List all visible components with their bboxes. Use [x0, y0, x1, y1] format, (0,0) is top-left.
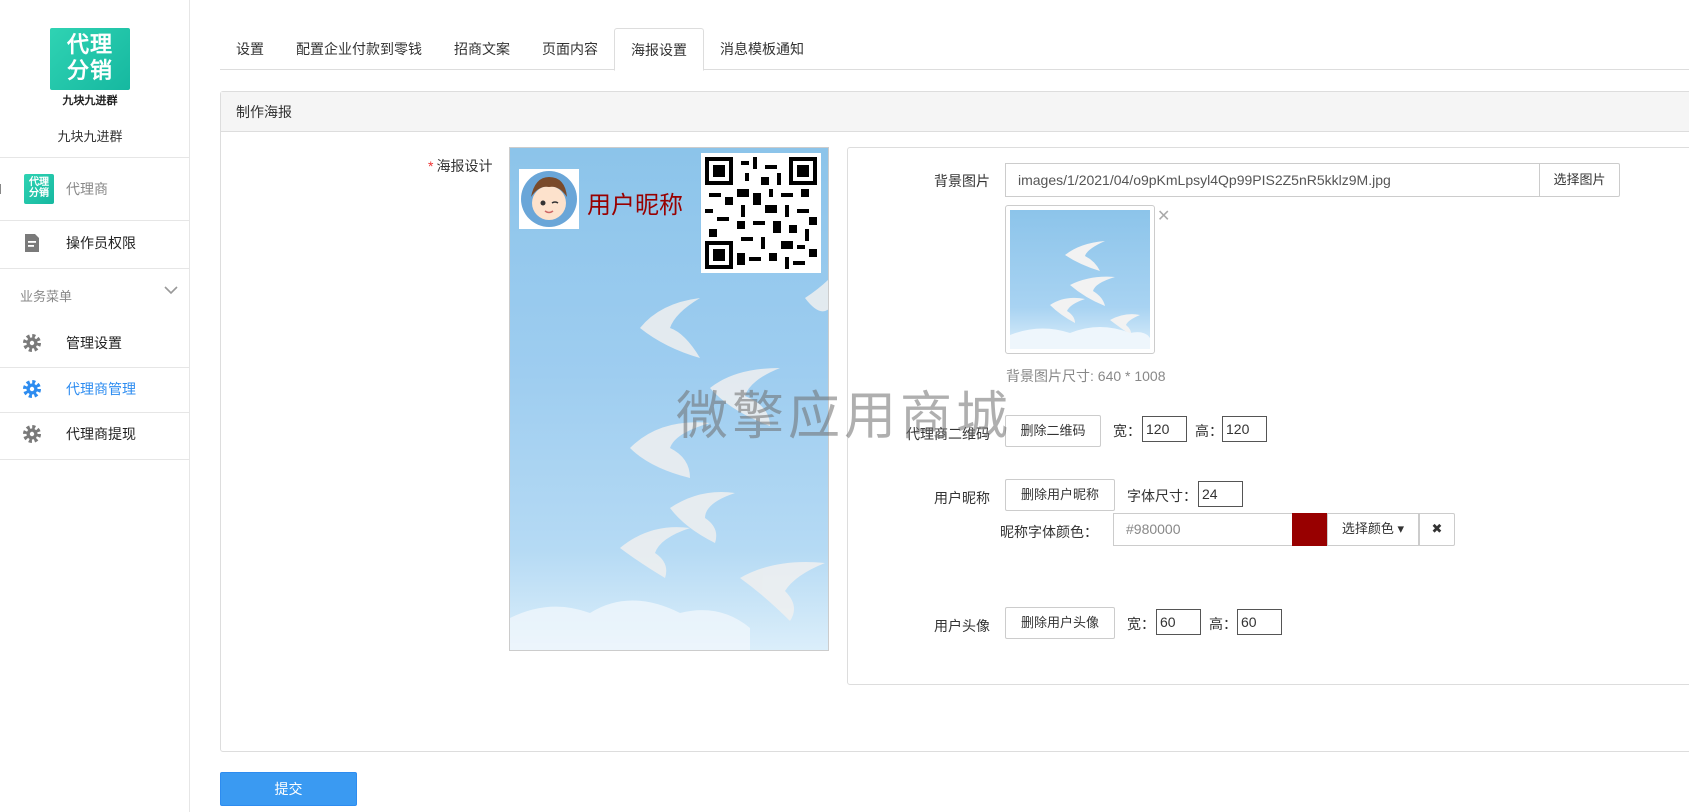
chevron-down-icon[interactable]	[163, 283, 179, 298]
tab-bar: 设置 配置企业付款到零钱 招商文案 页面内容 海报设置 消息模板通知	[220, 28, 1689, 71]
close-icon: ✖	[1431, 521, 1443, 536]
tab-enterprise-payment[interactable]: 配置企业付款到零钱	[280, 28, 438, 70]
select-image-button[interactable]: 选择图片	[1539, 163, 1620, 197]
config-panel	[847, 147, 1689, 685]
shop-name: 九块九进群	[57, 129, 123, 144]
logo-line-2: 分销	[66, 59, 113, 84]
nickname-color-input[interactable]: #980000	[1113, 513, 1293, 546]
logo-line-1: 代理	[66, 33, 113, 58]
tab-settings[interactable]: 设置	[220, 28, 280, 70]
font-size-input[interactable]: 24	[1198, 481, 1243, 507]
select-color-label: 选择颜色	[1341, 521, 1394, 536]
app-mini-logo: 代理 分销	[24, 174, 54, 204]
tab-recruit-copy[interactable]: 招商文案	[438, 28, 526, 70]
avatar-width-input[interactable]: 60	[1156, 609, 1201, 635]
nickname-label: 用户昵称	[934, 490, 990, 506]
sidebar-item-label: 操作员权限	[66, 235, 136, 251]
delete-nickname-button[interactable]: 删除用户昵称	[1005, 479, 1115, 511]
panel-title: 制作海报	[221, 92, 1689, 132]
tab-poster-settings[interactable]: 海报设置	[614, 28, 704, 71]
sidebar-item-label: 代理商管理	[66, 381, 136, 397]
menu-group-title: 业务菜单	[20, 289, 73, 304]
app-row-label: 代理商	[66, 181, 108, 197]
submit-button[interactable]: 提交	[220, 772, 357, 806]
collapse-mark[interactable]	[0, 184, 4, 194]
gear-icon	[21, 332, 43, 354]
poster-preview: 用户昵称	[509, 147, 829, 651]
bg-size-hint: 背景图片尺寸: 640 * 1008	[1006, 368, 1166, 384]
qr-code-label: 代理商二维码	[906, 426, 990, 442]
divider	[0, 459, 190, 460]
avatar-height-label: 高：	[1209, 616, 1237, 632]
tab-page-content[interactable]: 页面内容	[526, 28, 614, 70]
mini-logo-line-2: 分销	[29, 188, 49, 199]
sidebar: 代理 分销 九块九进群 九块九进群 代理 分销 代理商 操作员权限 业务菜单 管…	[0, 0, 190, 812]
sidebar-item-management-settings[interactable]: 管理设置	[0, 320, 190, 366]
font-size-label: 字体尺寸：	[1127, 488, 1197, 504]
sidebar-item-label: 代理商提现	[66, 426, 136, 442]
bg-thumbnail-image	[1010, 210, 1150, 349]
bg-image-path-input[interactable]: images/1/2021/04/o9pKmLpsyl4Qp99PIS2Z5nR…	[1005, 163, 1540, 197]
required-mark: *	[428, 158, 434, 174]
logo-caption: 九块九进群	[62, 95, 118, 107]
avatar-width-label: 宽：	[1127, 616, 1155, 632]
sidebar-item-agent-withdraw[interactable]: 代理商提现	[0, 411, 190, 457]
poster-nickname: 用户昵称	[587, 192, 683, 219]
sidebar-app-row[interactable]: 代理 分销 代理商	[0, 166, 190, 212]
app-logo: 代理 分销	[50, 28, 130, 90]
divider	[0, 157, 190, 158]
avatar-label: 用户头像	[934, 618, 990, 634]
qr-width-label: 宽：	[1113, 423, 1141, 439]
divider	[0, 268, 190, 269]
poster-qr-code	[701, 153, 821, 273]
sidebar-item-operator[interactable]: 操作员权限	[0, 220, 190, 266]
gear-icon	[21, 423, 43, 445]
gear-icon	[21, 378, 43, 400]
qr-width-input[interactable]: 120	[1142, 416, 1187, 442]
poster-design-text: 海报设计	[436, 158, 493, 174]
clear-color-button[interactable]: ✖	[1419, 513, 1455, 546]
bg-image-thumbnail	[1005, 205, 1155, 354]
sidebar-item-label: 管理设置	[66, 335, 122, 351]
nickname-color-label: 昵称字体颜色：	[1000, 524, 1098, 540]
bg-image-label: 背景图片	[934, 173, 990, 189]
remove-image-icon[interactable]: ✕	[1157, 206, 1170, 226]
tab-message-template[interactable]: 消息模板通知	[704, 28, 820, 70]
select-color-button[interactable]: 选择颜色 ▾	[1327, 513, 1419, 546]
mini-logo-line-1: 代理	[29, 177, 49, 188]
caret-down-icon: ▾	[1397, 521, 1405, 536]
delete-avatar-button[interactable]: 删除用户头像	[1005, 607, 1115, 639]
poster-avatar	[519, 169, 579, 229]
avatar-height-input[interactable]: 60	[1237, 609, 1282, 635]
qr-height-label: 高：	[1195, 423, 1223, 439]
sidebar-item-agent-management[interactable]: 代理商管理	[0, 366, 190, 412]
qr-height-input[interactable]: 120	[1222, 416, 1267, 442]
poster-design-label: * 海报设计	[428, 156, 492, 176]
color-swatch[interactable]	[1292, 513, 1327, 546]
delete-qr-button[interactable]: 删除二维码	[1005, 415, 1101, 447]
seagull-thumbnail	[1010, 241, 1150, 349]
document-edit-icon	[21, 232, 43, 254]
